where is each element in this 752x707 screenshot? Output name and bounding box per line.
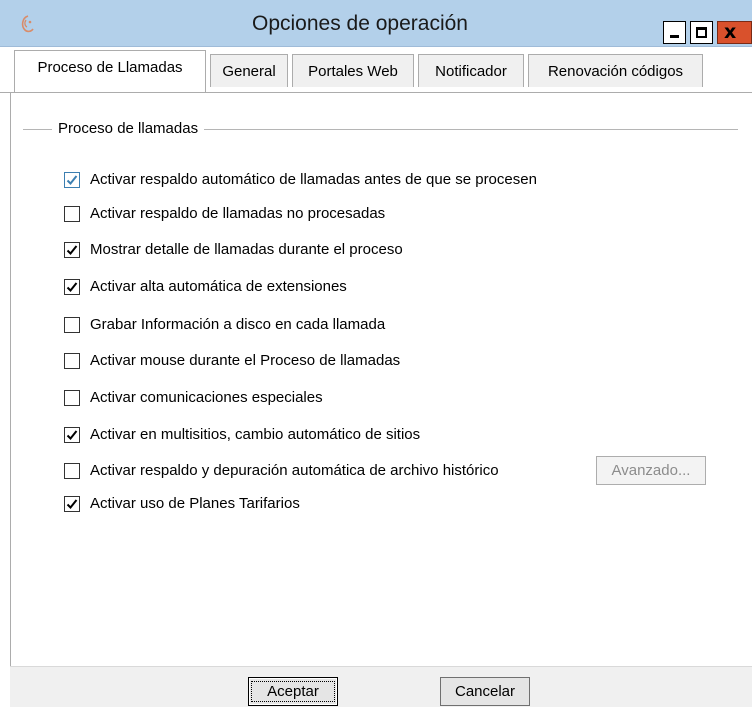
tab-label: Notificador: [435, 63, 507, 80]
option-label: Grabar Información a disco en cada llama…: [90, 316, 386, 333]
accept-button-label: Aceptar: [251, 681, 335, 702]
tab-proceso-de-llamadas[interactable]: Proceso de Llamadas: [14, 50, 206, 92]
checkmark-icon: [66, 430, 78, 440]
options-window: Opciones de operación x Proceso de Llama…: [0, 0, 752, 707]
tab-notificador[interactable]: Notificador: [418, 54, 524, 87]
title-bar[interactable]: Opciones de operación x: [0, 0, 752, 47]
close-icon: x: [724, 21, 737, 43]
advanced-button[interactable]: Avanzado...: [596, 456, 706, 485]
checkbox[interactable]: [64, 206, 80, 222]
checkmark-icon: [66, 175, 78, 185]
close-button[interactable]: x: [717, 21, 752, 44]
accept-button[interactable]: Aceptar: [248, 677, 338, 706]
option-label: Mostrar detalle de llamadas durante el p…: [90, 241, 403, 258]
tab-label: Renovación códigos: [547, 63, 684, 80]
option-label: Activar respaldo de llamadas no procesad…: [90, 205, 386, 222]
minimize-button[interactable]: [663, 21, 686, 44]
tab-label: Portales Web: [308, 63, 398, 80]
tab-label: Proceso de Llamadas: [37, 59, 183, 76]
tab-label: General: [222, 63, 276, 80]
option-label: Activar alta automática de extensiones: [90, 278, 347, 295]
tab-general[interactable]: General: [210, 54, 288, 87]
option-label: Activar en multisitios, cambio automátic…: [90, 426, 421, 443]
checkbox[interactable]: [64, 390, 80, 406]
option-label: Activar uso de Planes Tarifarios: [90, 495, 300, 512]
checkmark-icon: [66, 282, 78, 292]
checkbox[interactable]: [64, 279, 80, 295]
option-label: Activar respaldo y depuración automática…: [90, 462, 499, 479]
cancel-button[interactable]: Cancelar: [440, 677, 530, 706]
cancel-button-label: Cancelar: [454, 683, 516, 700]
checkbox[interactable]: [64, 353, 80, 369]
checkmark-icon: [66, 245, 78, 255]
checkmark-icon: [66, 499, 78, 509]
maximize-button[interactable]: [690, 21, 713, 44]
window-title: Opciones de operación: [252, 12, 468, 35]
tab-renovacion-codigos[interactable]: Renovación códigos: [528, 54, 703, 87]
option-label: Activar comunicaciones especiales: [90, 389, 323, 406]
checkbox[interactable]: [64, 496, 80, 512]
checkbox[interactable]: [64, 242, 80, 258]
checkbox[interactable]: [64, 463, 80, 479]
checkbox[interactable]: [64, 172, 80, 188]
tab-strip: Proceso de Llamadas General Portales Web…: [0, 47, 752, 95]
option-label: Activar mouse durante el Proceso de llam…: [90, 352, 401, 369]
group-label: Proceso de llamadas: [52, 119, 205, 139]
option-label: Activar respaldo automático de llamadas …: [90, 171, 537, 188]
dialog-footer: [10, 666, 752, 707]
tab-portales-web[interactable]: Portales Web: [292, 54, 414, 87]
checkbox[interactable]: [64, 427, 80, 443]
checkbox[interactable]: [64, 317, 80, 333]
